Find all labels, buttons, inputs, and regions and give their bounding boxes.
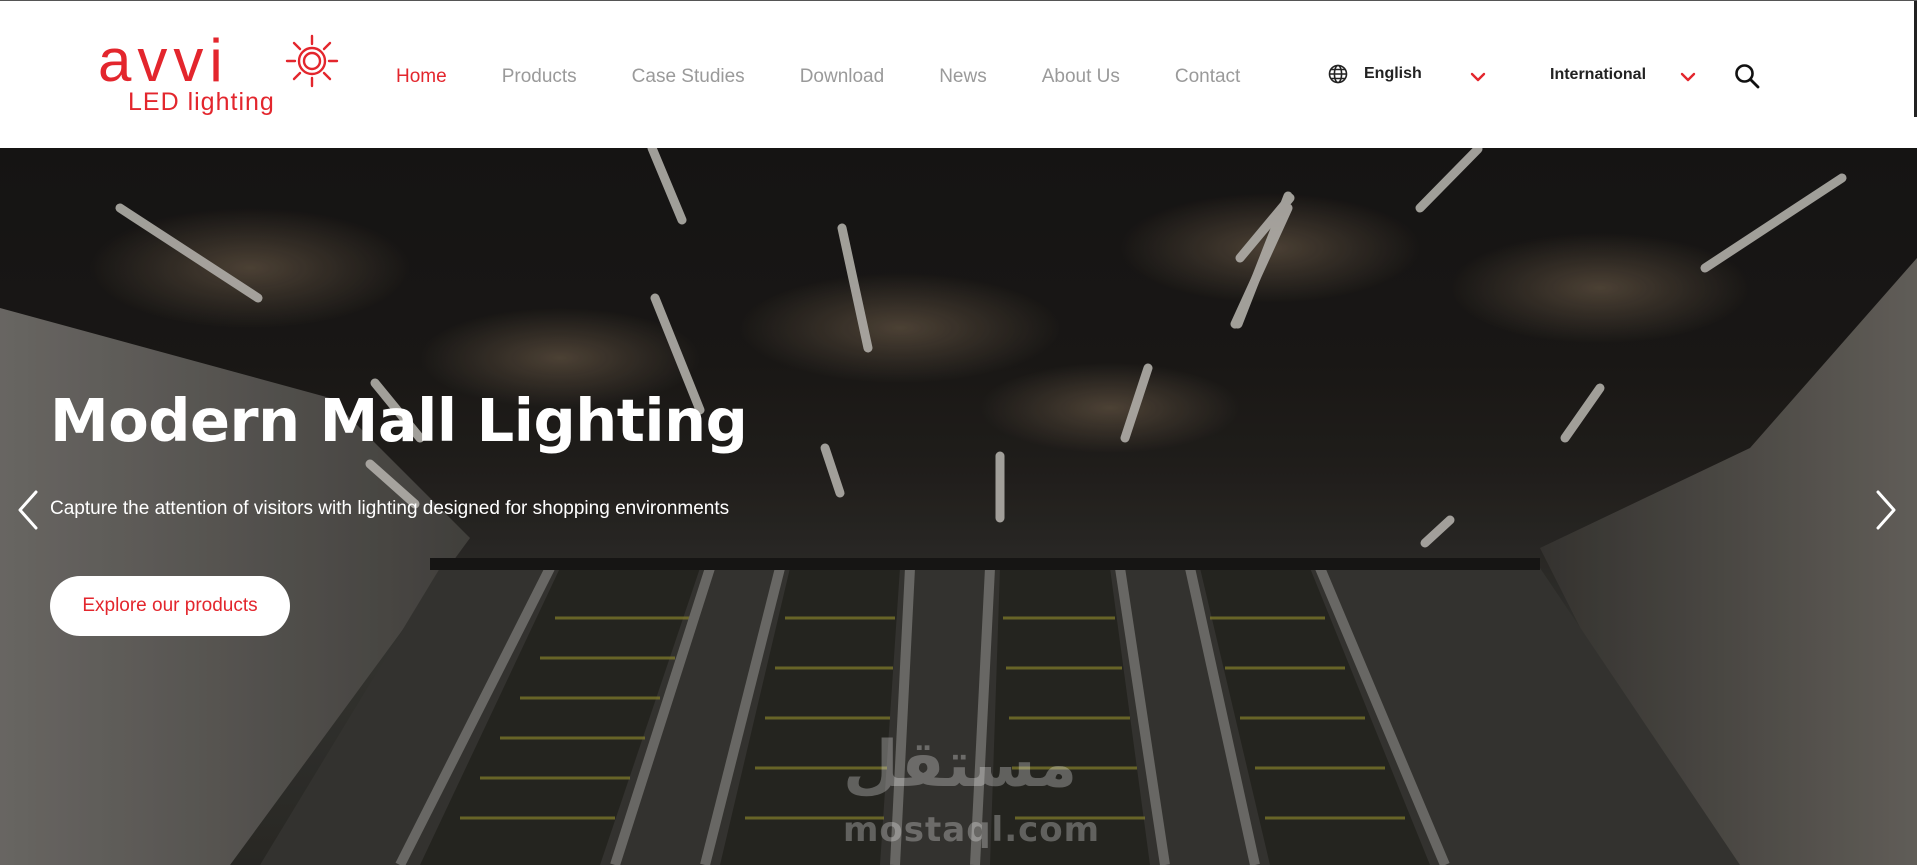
nav-item-download[interactable]: Download: [800, 66, 885, 88]
nav-item-contact[interactable]: Contact: [1175, 66, 1240, 88]
chevron-right-icon[interactable]: [1870, 488, 1900, 532]
nav-item-news[interactable]: News: [939, 66, 987, 88]
watermark: مستقل mostaql.com: [843, 728, 1101, 858]
nav-item-home[interactable]: Home: [396, 66, 447, 88]
globe-icon: [1328, 64, 1348, 84]
hero-title: Modern Mall Lighting: [50, 386, 748, 455]
search-icon[interactable]: [1734, 63, 1760, 89]
logo-wordmark: avvi: [98, 27, 229, 94]
site-header: avvi LED lighting Home Products Case Stu…: [0, 0, 1917, 148]
explore-products-button[interactable]: Explore our products: [50, 576, 290, 636]
chevron-down-icon[interactable]: [1680, 72, 1696, 82]
chevron-left-icon[interactable]: [14, 488, 44, 532]
region-label[interactable]: International: [1550, 66, 1646, 84]
brand-logo[interactable]: avvi LED lighting: [98, 31, 343, 121]
nav-item-case-studies[interactable]: Case Studies: [632, 66, 745, 88]
chevron-down-icon[interactable]: [1470, 72, 1486, 82]
nav-item-products[interactable]: Products: [502, 66, 577, 88]
hero-subtitle: Capture the attention of visitors with l…: [50, 498, 730, 519]
logo-subtitle: LED lighting: [128, 88, 275, 116]
language-selector[interactable]: English: [1328, 64, 1422, 84]
watermark-latin: mostaql.com: [843, 810, 1101, 850]
nav-item-about-us[interactable]: About Us: [1042, 66, 1120, 88]
language-label: English: [1364, 65, 1422, 82]
watermark-arabic: مستقل: [843, 728, 1078, 802]
hero-banner: Modern Mall Lighting Capture the attenti…: [0, 148, 1917, 865]
main-nav: Home Products Case Studies Download News…: [396, 65, 1295, 89]
sun-icon: [285, 34, 339, 88]
